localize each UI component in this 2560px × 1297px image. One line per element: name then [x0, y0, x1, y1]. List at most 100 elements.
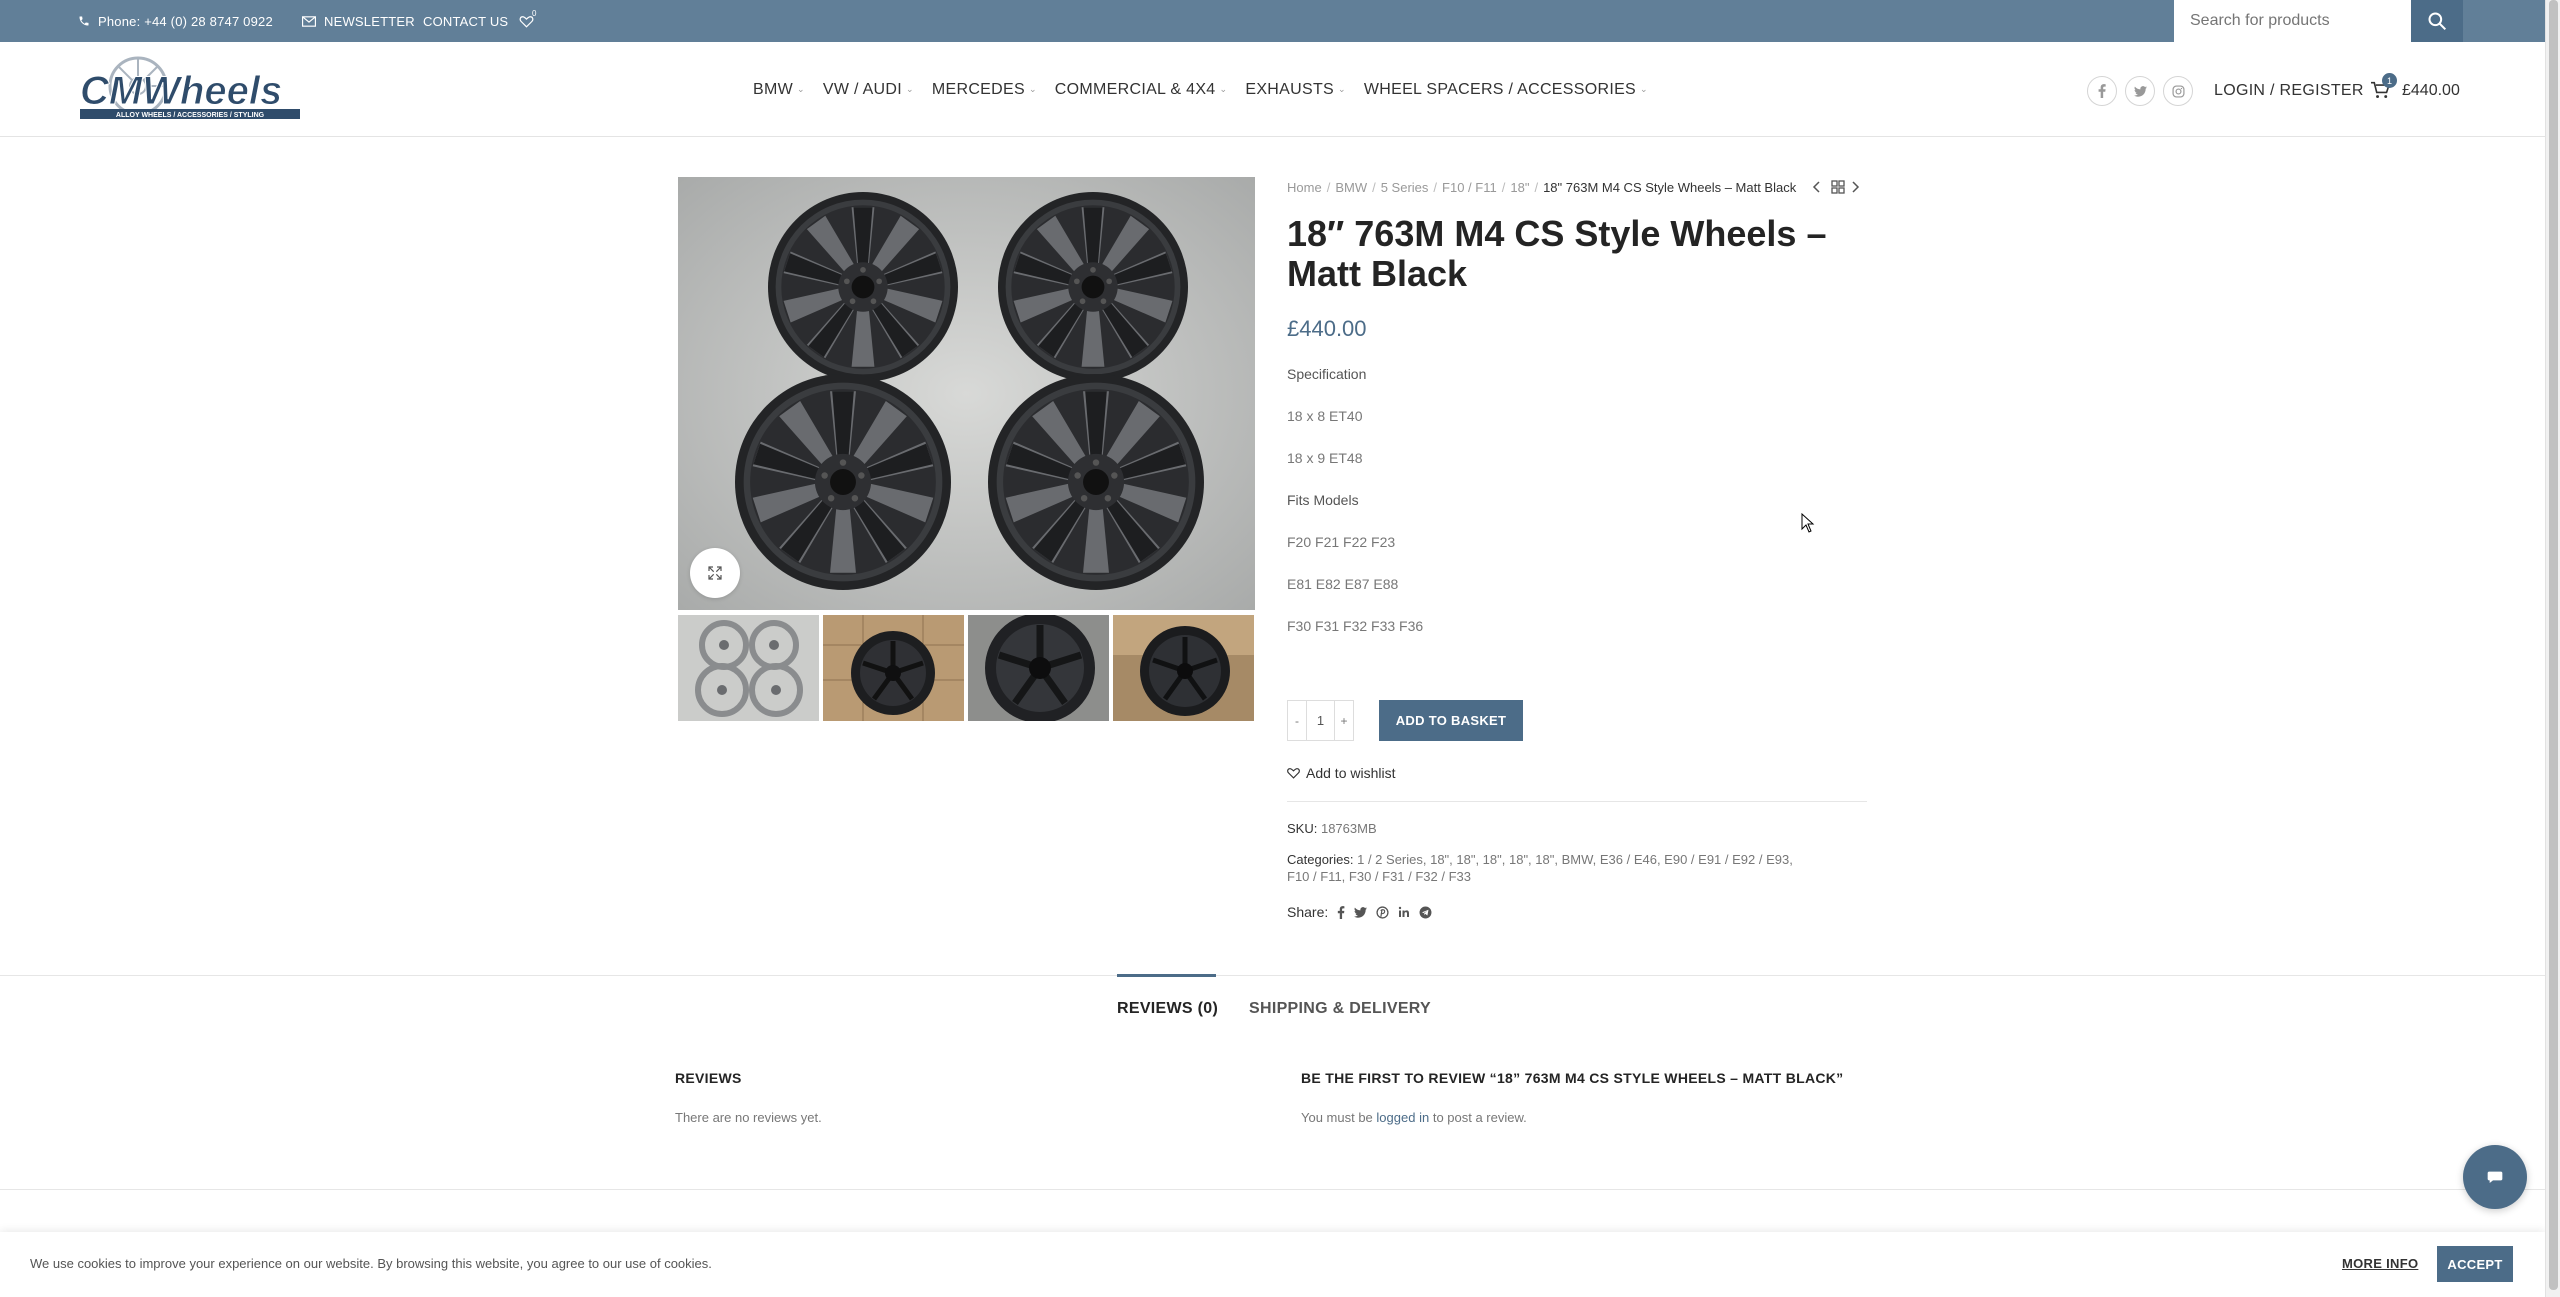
next-product-link[interactable]	[1852, 179, 1860, 195]
contact-label: CONTACT US	[423, 13, 509, 29]
search-icon	[2428, 12, 2447, 31]
divider	[1287, 801, 1867, 802]
add-to-basket-button[interactable]: ADD TO BASKET	[1379, 700, 1523, 741]
nav-item-commercial-4x4[interactable]: COMMERCIAL & 4X4 ⌄	[1055, 81, 1228, 99]
prev-product-link[interactable]	[1812, 179, 1820, 195]
page-scrollbar[interactable]	[2545, 0, 2560, 1297]
add-to-wishlist-link[interactable]: Add to wishlist	[1287, 763, 1395, 783]
expand-icon	[708, 566, 722, 580]
chevron-right-icon	[1852, 181, 1860, 193]
instagram-link[interactable]	[2163, 76, 2193, 106]
cmwheels-logo: CMWheels ALLOY WHEELS / ACCESSORIES / ST…	[80, 56, 300, 119]
newsletter-label: NEWSLETTER	[324, 13, 415, 29]
spec-heading: Specification	[1287, 366, 1367, 382]
search-input[interactable]	[2174, 0, 2411, 42]
categories-label: Categories:	[1287, 852, 1354, 867]
breadcrumb-current: 18" 763M M4 CS Style Wheels – Matt Black	[1543, 179, 1797, 195]
thumbnail-wheel-closeup	[968, 615, 1109, 721]
twitter-icon[interactable]	[1354, 906, 1368, 918]
tabs-divider	[0, 975, 2545, 976]
active-tab-indicator	[1117, 974, 1216, 977]
search-button[interactable]	[2411, 0, 2463, 42]
chevron-down-icon: ⌄	[797, 84, 805, 94]
chevron-left-icon	[1812, 181, 1820, 193]
thumbnail-wheel-warehouse	[1113, 615, 1254, 721]
qty-plus-button[interactable]: +	[1334, 700, 1354, 741]
linkedin-icon[interactable]	[1398, 906, 1410, 918]
cart-link[interactable]: 1 £440.00	[2370, 73, 2460, 106]
categories-links[interactable]: 1 / 2 Series, 18", 18", 18", 18", 18", B…	[1357, 852, 1793, 867]
quantity-stepper: - 1 +	[1287, 700, 1354, 741]
breadcrumb-separator: /	[1501, 179, 1506, 195]
section-divider	[0, 1189, 2545, 1190]
nav-item-vw-audi[interactable]: VW / AUDI ⌄	[823, 81, 914, 99]
fits-models-line: F30 F31 F32 F33 F36	[1287, 618, 1424, 634]
fits-models-line: F20 F21 F22 F23	[1287, 534, 1396, 550]
chat-button[interactable]	[2463, 1145, 2527, 1209]
breadcrumb-link[interactable]: BMW	[1335, 180, 1367, 195]
logged-in-link[interactable]: logged in	[1376, 1110, 1429, 1125]
facebook-icon	[2098, 84, 2106, 98]
telegram-icon[interactable]	[1419, 906, 1432, 919]
twitter-icon	[2133, 85, 2147, 97]
categories-line: Categories: 1 / 2 Series, 18", 18", 18",…	[1287, 852, 1793, 867]
newsletter-link[interactable]: NEWSLETTER	[302, 0, 415, 42]
more-info-link[interactable]: MORE INFO	[2342, 1256, 2418, 1271]
login-register-link[interactable]: LOGIN / REGISTER	[2214, 76, 2364, 106]
categories-links[interactable]: F10 / F11, F30 / F31 / F32 / F33	[1287, 869, 1471, 884]
chevron-down-icon: ⌄	[1338, 84, 1346, 94]
product-thumbnail[interactable]	[823, 615, 964, 721]
product-thumbnail[interactable]	[1113, 615, 1254, 721]
breadcrumb-link[interactable]: Home	[1287, 180, 1322, 195]
chevron-down-icon: ⌄	[906, 84, 914, 94]
chevron-down-icon: ⌄	[1219, 84, 1228, 94]
tab-shipping-delivery[interactable]: SHIPPING & DELIVERY	[1249, 1000, 1431, 1018]
breadcrumb-link[interactable]: 5 Series	[1381, 180, 1429, 195]
cart-total: £440.00	[2402, 82, 2460, 99]
sku-value: 18763MB	[1320, 821, 1377, 836]
grid-icon	[1831, 180, 1845, 194]
contact-link[interactable]: CONTACT US	[423, 0, 508, 42]
twitter-link[interactable]	[2125, 76, 2155, 106]
nav-item-bmw[interactable]: BMW ⌄	[753, 81, 805, 99]
nav-label: BMW	[753, 80, 794, 98]
accept-cookies-button[interactable]: ACCEPT	[2437, 1246, 2513, 1282]
product-photo-wheels	[678, 177, 1255, 610]
breadcrumb: Home / BMW / 5 Series / F10 / F11 / 18" / 18"…	[1287, 177, 1796, 197]
breadcrumb-link[interactable]: 18"	[1510, 180, 1529, 195]
svg-text:ALLOY WHEELS / ACCESSORIES / S: ALLOY WHEELS / ACCESSORIES / STYLING	[116, 112, 265, 119]
to-post-text: to post a review.	[1432, 1110, 1527, 1125]
nav-item-mercedes[interactable]: MERCEDES ⌄	[932, 81, 1037, 99]
site-logo[interactable]: CMWheels ALLOY WHEELS / ACCESSORIES / ST…	[78, 56, 302, 122]
sku-line: SKU: 18763MB	[1287, 821, 1377, 836]
facebook-link[interactable]	[2087, 76, 2117, 106]
review-form-heading: BE THE FIRST TO REVIEW “18” 763M M4 CS S…	[1301, 1070, 1844, 1086]
tab-reviews[interactable]: REVIEWS (0)	[1117, 1000, 1218, 1018]
cookie-text: We use cookies to improve your experienc…	[30, 1256, 712, 1271]
login-to-review-text: You must be logged in to post a review.	[1301, 1110, 1527, 1125]
thumbnail-wheels-top-view	[678, 615, 819, 721]
svg-text:CMWheels: CMWheels	[80, 69, 282, 113]
nav-item-wheel-spacers[interactable]: WHEEL SPACERS / ACCESSORIES ⌄	[1364, 81, 1648, 99]
breadcrumb-link[interactable]: F10 / F11	[1442, 180, 1497, 195]
no-reviews-text: There are no reviews yet.	[675, 1110, 822, 1125]
spec-line: 18 x 9 ET48	[1287, 450, 1363, 466]
nav-item-exhausts[interactable]: EXHAUSTS ⌄	[1245, 81, 1346, 99]
breadcrumb-separator: /	[1433, 179, 1438, 195]
scrollbar-thumb[interactable]	[2549, 0, 2558, 1290]
back-to-shop-link[interactable]	[1831, 179, 1845, 195]
qty-input[interactable]: 1	[1307, 700, 1334, 741]
product-main-image[interactable]	[678, 177, 1255, 610]
facebook-icon[interactable]	[1337, 905, 1345, 919]
qty-minus-button[interactable]: -	[1287, 700, 1307, 741]
image-zoom-button[interactable]	[690, 548, 740, 598]
product-thumbnail[interactable]	[968, 615, 1109, 721]
product-thumbnail[interactable]	[678, 615, 819, 721]
main-nav: BMW ⌄ VW / AUDI ⌄ MERCEDES ⌄ COMMERCIAL & 4…	[753, 42, 1666, 137]
wishlist-top-link[interactable]: 0	[519, 0, 542, 42]
breadcrumb-separator: /	[1534, 179, 1539, 195]
pinterest-icon[interactable]	[1376, 905, 1389, 919]
reviews-heading: REVIEWS	[675, 1070, 742, 1086]
phone-link[interactable]: Phone: +44 (0) 28 8747 0922	[78, 0, 273, 42]
chevron-down-icon: ⌄	[1028, 84, 1037, 94]
